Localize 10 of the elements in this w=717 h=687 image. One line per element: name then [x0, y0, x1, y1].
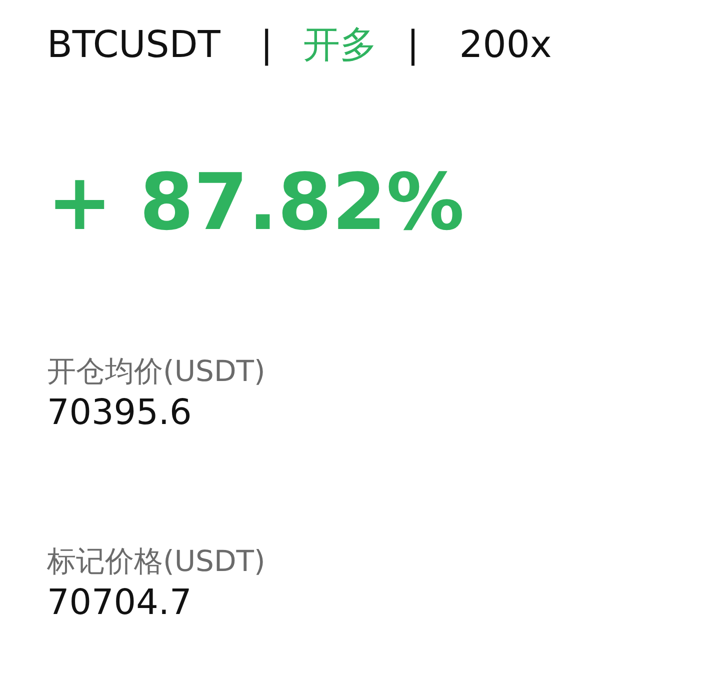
side-text: 开多: [302, 22, 377, 68]
leverage-text: 200x: [459, 22, 552, 68]
separator-text: |: [260, 22, 273, 68]
field-value: 70704.7: [47, 582, 192, 625]
field-label: 开仓均价(USDT): [47, 353, 266, 390]
pnl-percent: + 87.82%: [47, 158, 464, 248]
separator-text: |: [406, 22, 420, 68]
field-label: 标记价格(USDT): [47, 543, 266, 580]
field-value: 70395.6: [47, 392, 192, 435]
symbol-text: BTCUSDT: [47, 22, 220, 68]
